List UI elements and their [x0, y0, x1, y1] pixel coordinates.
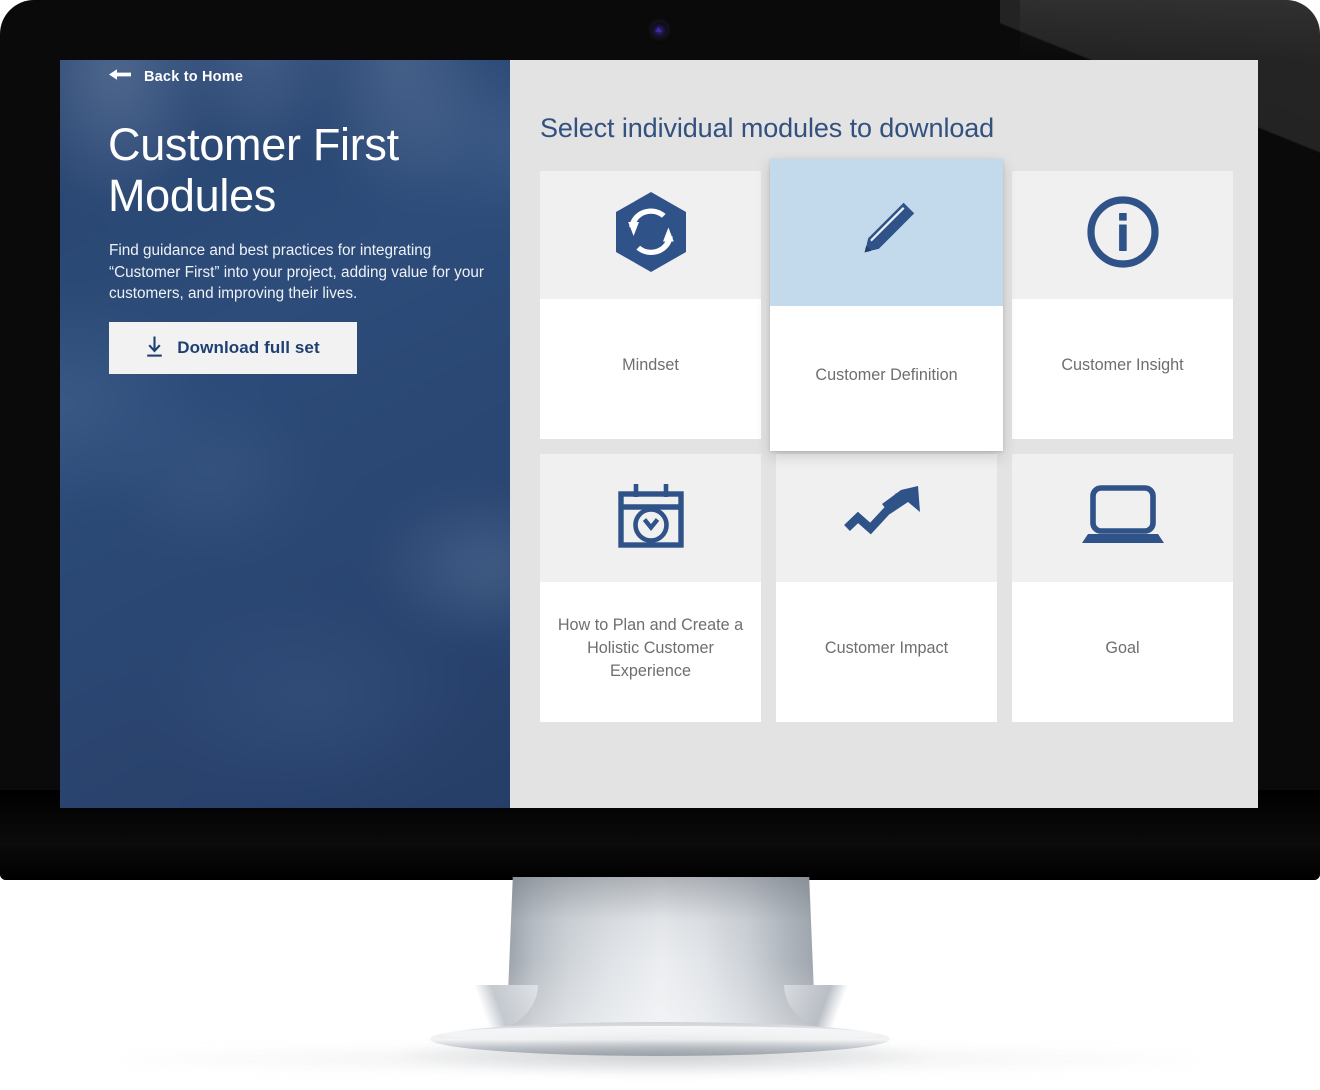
download-full-set-label: Download full set — [177, 338, 320, 357]
monitor-stand-neck-shading — [506, 877, 816, 1042]
module-label: How to Plan and Create a Holistic Custom… — [557, 616, 744, 681]
calendar-clock-icon — [611, 475, 691, 560]
module-label-area: Goal — [1012, 581, 1233, 722]
module-card-customer-insight[interactable]: Customer Insight — [1012, 170, 1233, 439]
arrow-left-icon — [108, 68, 132, 86]
module-label: Customer Insight — [1061, 356, 1184, 375]
module-icon-area — [1012, 170, 1233, 299]
module-icon-area — [1012, 453, 1233, 582]
module-label-area: Mindset — [540, 298, 761, 439]
module-label: Mindset — [622, 356, 679, 375]
back-to-home-link[interactable]: Back to Home — [108, 68, 243, 86]
desk-shadow — [120, 1046, 1200, 1072]
page-title: Customer First Modules — [108, 119, 399, 221]
module-card-mindset[interactable]: Mindset — [540, 170, 761, 439]
module-label: Customer Definition — [815, 365, 958, 384]
module-label-area: Customer Insight — [1012, 298, 1233, 439]
module-label-area: How to Plan and Create a Holistic Custom… — [540, 581, 761, 722]
hexagon-cycle-arrows-icon — [614, 191, 688, 278]
back-to-home-label: Back to Home — [144, 69, 244, 85]
screenshot-stage: Back to Home Customer First Modules Find… — [0, 0, 1320, 1090]
modules-grid: Mindset Customer Definition Customer Ins… — [540, 158, 1233, 722]
module-icon-area — [776, 453, 997, 582]
module-label-area: Customer Impact — [776, 581, 997, 722]
laptop-icon — [1081, 484, 1165, 551]
info-circle-icon — [1085, 194, 1161, 275]
hero-description: Find guidance and best practices for int… — [109, 242, 484, 303]
hero-panel: Back to Home Customer First Modules Find… — [60, 60, 510, 808]
screen-viewport: Back to Home Customer First Modules Find… — [60, 60, 1258, 808]
hero-content: Back to Home Customer First Modules Find… — [60, 60, 510, 808]
trending-up-arrow-icon — [843, 481, 930, 554]
module-card-customer-impact[interactable]: Customer Impact — [776, 453, 997, 722]
bezel-highlight-top — [1020, 0, 1320, 60]
module-icon-area — [770, 158, 1003, 306]
module-label: Customer Impact — [824, 639, 949, 658]
module-card-holistic-customer-experience[interactable]: How to Plan and Create a Holistic Custom… — [540, 453, 761, 722]
module-card-customer-definition[interactable]: Customer Definition — [770, 158, 1003, 451]
module-icon-area — [540, 170, 761, 299]
module-label: Goal — [1105, 639, 1140, 658]
modules-heading: Select individual modules to download — [540, 113, 995, 143]
module-icon-area — [540, 453, 761, 582]
download-icon — [146, 336, 163, 361]
module-label-area: Customer Definition — [770, 305, 1003, 451]
module-card-goal[interactable]: Goal — [1012, 453, 1233, 722]
modules-panel: Select individual modules to download Mi… — [510, 60, 1258, 808]
download-full-set-button[interactable]: Download full set — [109, 322, 357, 374]
pencil-icon — [848, 191, 926, 274]
